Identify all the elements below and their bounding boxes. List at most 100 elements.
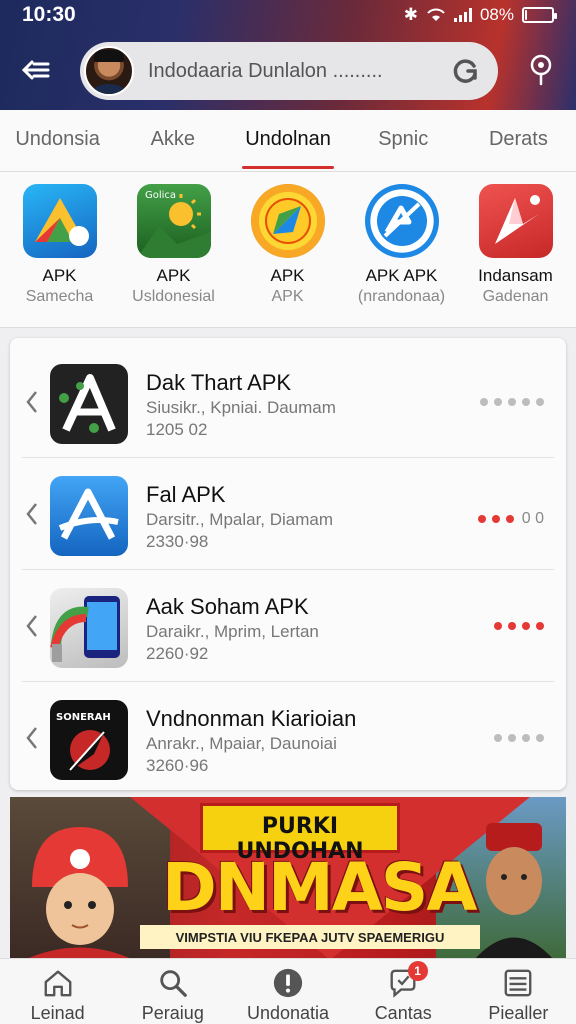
notification-badge: 1 [407, 961, 428, 981]
list-item[interactable]: SONERAH Vndnonman Kiarioian Anrakr., Mpa… [10, 682, 566, 794]
list-item[interactable]: Dak Thart APK Siusikr., Kpniai. Daumam 1… [10, 346, 566, 458]
tab-derats[interactable]: Derats [461, 110, 576, 171]
triangle-drive-icon [22, 184, 97, 258]
promo-banner[interactable]: PURKI UNDOHAN DNMASA VIMPSTIA VIU FKEPAA… [10, 797, 566, 960]
rating-dot [522, 398, 530, 406]
search-bar[interactable]: Indodaaria Dunlalon ......... [80, 42, 498, 100]
rating-dot [494, 398, 502, 406]
list-item[interactable]: Fal APK Darsitr., Mpalar, Diamam 2330·98… [10, 458, 566, 570]
battery-icon [522, 7, 557, 23]
app-number: 1205 02 [146, 420, 208, 439]
app-header: 10:30 ✱ 08% Indodaaria Dunlalon ........… [0, 0, 576, 110]
nav-list[interactable]: Piealler [461, 959, 576, 1024]
featured-app-subtitle: (nrandonaa) [357, 288, 446, 305]
red-arrow-icon [478, 184, 553, 258]
signal-icon [453, 8, 472, 22]
status-time: 10:30 [22, 3, 76, 26]
chevron-left-icon[interactable] [24, 390, 40, 414]
phone-plug-icon [50, 588, 128, 668]
featured-app-title: APK [270, 266, 305, 285]
rating-dot [491, 515, 500, 523]
category-tabs: Undonsia Akke Undolnan Spnic Derats [0, 110, 576, 172]
chevron-left-icon[interactable] [24, 726, 40, 750]
letter-a-blue-icon [50, 476, 128, 556]
rating-dot [522, 622, 530, 630]
home-icon [44, 970, 72, 997]
app-title: Aak Soham APK [146, 594, 309, 619]
man-portrait-image [474, 823, 554, 960]
tab-spnic[interactable]: Spnic [346, 110, 461, 171]
featured-app-2[interactable]: Golica APK Usldonesial [119, 172, 228, 327]
child-helmet-image [24, 827, 134, 960]
featured-app-3[interactable]: APK APK [233, 172, 342, 327]
sonerah-icon: SONERAH [50, 700, 128, 780]
featured-app-5[interactable]: Indansam Gadenan [461, 172, 570, 327]
rating-dot [480, 398, 488, 406]
featured-app-title: APK APK [365, 266, 438, 285]
rating-dot [477, 515, 486, 523]
banner-headline: DNMASA [162, 849, 477, 926]
chevron-left-icon[interactable] [24, 614, 40, 638]
svg-text:Golica: Golica [145, 190, 176, 201]
app-title: Dak Thart APK [146, 370, 292, 395]
avatar[interactable] [84, 46, 134, 96]
battery-percent: 08% [479, 5, 514, 24]
nav-label: Peraiug [141, 1003, 204, 1023]
rating-dot [494, 734, 502, 742]
app-number: 3260·96 [146, 756, 209, 775]
featured-app-title: APK [156, 266, 191, 285]
bluetooth-icon: ✱ [403, 5, 418, 24]
featured-app-4[interactable]: APK APK (nrandonaa) [347, 172, 456, 327]
rating-dots [480, 398, 544, 406]
featured-app-title: APK [42, 266, 77, 285]
featured-app-1[interactable]: APK Samecha [5, 172, 114, 327]
nav-home[interactable]: Leinad [0, 959, 115, 1024]
featured-app-subtitle: Samecha [25, 288, 94, 305]
featured-app-subtitle: Usldonesial [132, 288, 215, 305]
search-input[interactable]: Indodaaria Dunlalon ......... [134, 60, 448, 83]
app-title: Vndnonman Kiarioian [146, 706, 357, 731]
nav-search[interactable]: Peraiug [115, 959, 230, 1024]
app-store-circle-icon [364, 184, 439, 258]
svg-text:SONERAH: SONERAH [56, 712, 111, 723]
app-list: Dak Thart APK Siusikr., Kpniai. Daumam 1… [10, 338, 566, 790]
location-pin-icon[interactable] [526, 52, 556, 88]
wifi-icon [427, 8, 445, 21]
rating-dots [494, 622, 544, 630]
rating-dots [494, 734, 544, 742]
rating-dot [536, 398, 544, 406]
tab-undolnan[interactable]: Undolnan [230, 110, 345, 171]
app-number: 2260·92 [146, 644, 209, 663]
banner-strip-text: VIMPSTIA VIU FKEPAA JUTV SPAEMERIGU [140, 925, 480, 949]
app-subtitle: Daraikr., Mprim, Lertan [146, 622, 319, 641]
app-title: Fal APK [146, 482, 226, 507]
status-bar: 10:30 ✱ 08% [0, 0, 576, 30]
nav-info[interactable]: Undonatia [230, 959, 345, 1024]
tab-akke[interactable]: Akke [115, 110, 230, 171]
rating-dot [508, 734, 516, 742]
search-icon [160, 970, 187, 997]
nav-label: Leinad [30, 1003, 85, 1023]
list-item[interactable]: Aak Soham APK Daraikr., Mprim, Lertan 22… [10, 570, 566, 682]
nav-label: Undonatia [246, 1003, 330, 1023]
refresh-icon[interactable] [448, 54, 482, 88]
chevron-left-icon[interactable] [24, 502, 40, 526]
app-number: 2330·98 [146, 532, 209, 551]
nav-chat[interactable]: 1 Cantas [346, 959, 461, 1024]
rating-dots: 0 0 [477, 510, 544, 528]
rating-dot [508, 622, 516, 630]
featured-app-subtitle: Gadenan [482, 288, 549, 305]
rating-dot [522, 734, 530, 742]
back-arrow-icon[interactable] [18, 52, 54, 88]
featured-app-title: Indansam [478, 266, 553, 285]
app-subtitle: Anrakr., Mpaiar, Daunoiai [146, 734, 337, 753]
tab-undonsia[interactable]: Undonsia [0, 110, 115, 171]
rating-dot [508, 398, 516, 406]
nav-label: Piealler [488, 1003, 549, 1023]
rating-dot [505, 515, 514, 523]
app-subtitle: Darsitr., Mpalar, Diamam [146, 510, 334, 529]
rating-dot [536, 622, 544, 630]
rating-dot [536, 734, 544, 742]
sun-landscape-icon: Golica [136, 184, 211, 258]
bottom-navigation: Leinad Peraiug Undonatia 1 Cantas Pieall… [0, 958, 576, 1024]
